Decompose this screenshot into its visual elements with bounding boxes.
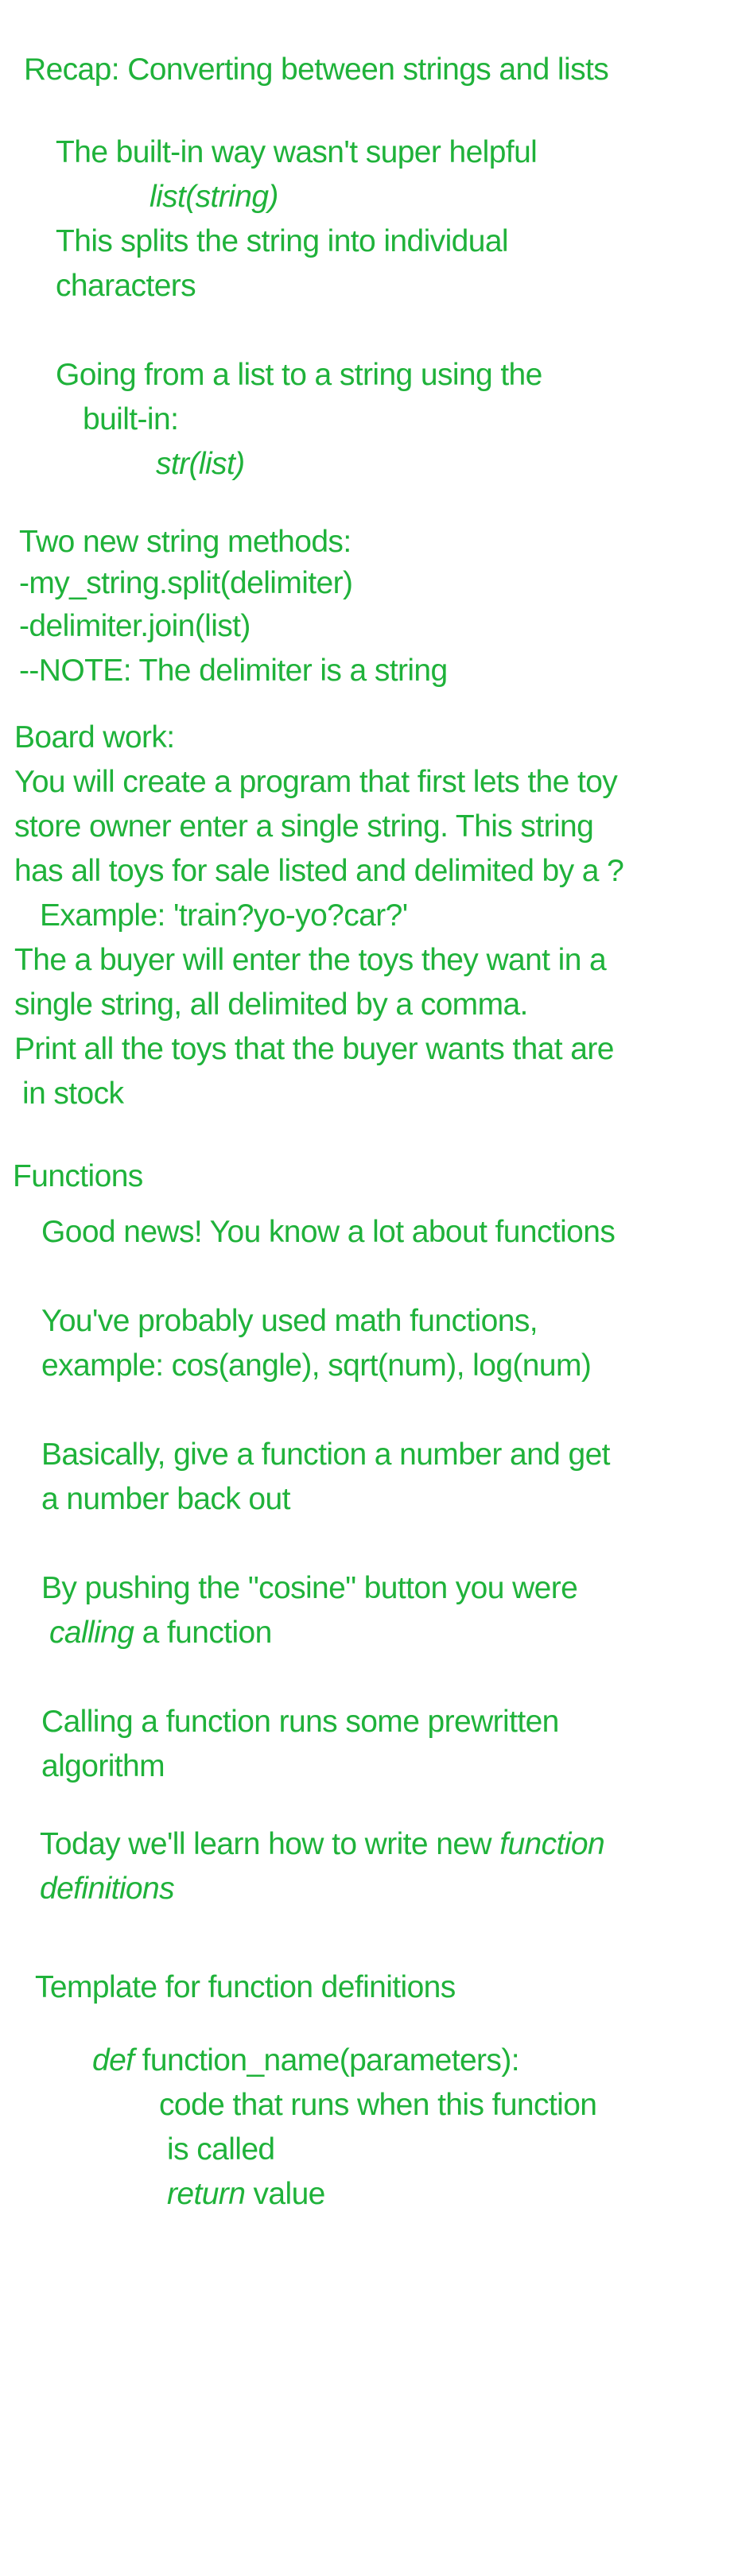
return-value: value [245, 2177, 326, 2211]
def-signature: function_name(parameters): [134, 2043, 520, 2077]
board-work-line: The a buyer will enter the toys they wan… [14, 943, 607, 977]
functions-title: Functions [13, 1159, 143, 1193]
board-work-line: store owner enter a single string. This … [14, 809, 594, 844]
board-work-line: You will create a program that first let… [14, 765, 618, 799]
def-keyword: def [92, 2043, 134, 2077]
method-join: -delimiter.join(list) [19, 609, 251, 643]
today-plain: Today we'll learn how to write new [40, 1827, 500, 1861]
recap-line: This splits the string into individual [56, 224, 509, 258]
board-work-line: Print all the toys that the buyer wants … [14, 1032, 614, 1066]
recap-line: Going from a list to a string using the [56, 358, 542, 392]
calling-rest: a function [134, 1616, 273, 1650]
recap-line: characters [56, 269, 196, 303]
template-title: Template for function definitions [35, 1970, 456, 2004]
recap-title: Recap: Converting between strings and li… [24, 52, 609, 87]
functions-line: Good news! You know a lot about function… [41, 1215, 616, 1249]
board-work-example: Example: 'train?yo-yo?car?' [40, 898, 408, 933]
functions-line: example: cos(angle), sqrt(num), log(num) [41, 1348, 592, 1383]
template-def-line: def function_name(parameters): [92, 2043, 520, 2077]
functions-line: algorithm [41, 1749, 165, 1783]
code-str-list: str(list) [156, 447, 245, 481]
calling-emphasis: calling [49, 1616, 134, 1650]
functions-line-definitions: definitions [40, 1872, 175, 1906]
template-body-line: is called [167, 2132, 275, 2167]
functions-line-calling: calling a function [49, 1617, 272, 1648]
methods-title: Two new string methods: [19, 525, 352, 559]
return-keyword: return [167, 2177, 246, 2211]
board-work-line: in stock [22, 1077, 124, 1111]
notes-page: { "ink_color": "#1fb23a", "recap": { "ti… [0, 0, 738, 2576]
template-return-line: return value [167, 2178, 325, 2209]
functions-line: Calling a function runs some prewritten [41, 1705, 559, 1739]
board-work-line: has all toys for sale listed and delimit… [14, 854, 624, 888]
functions-line: a number back out [41, 1482, 290, 1516]
functions-line: You've probably used math functions, [41, 1304, 538, 1338]
today-emphasis: function [499, 1827, 605, 1861]
template-body-line: code that runs when this function [159, 2088, 597, 2122]
board-work-title: Board work: [14, 720, 175, 755]
recap-line: The built-in way wasn't super helpful [56, 135, 538, 169]
code-list-string: list(string) [150, 180, 278, 214]
board-work-line: single string, all delimited by a comma. [14, 987, 528, 1022]
functions-line-today: Today we'll learn how to write new funct… [40, 1827, 605, 1861]
functions-line: By pushing the "cosine" button you were [41, 1571, 578, 1605]
method-split: -my_string.split(delimiter) [19, 566, 353, 600]
delimiter-note: --NOTE: The delimiter is a string [19, 654, 448, 688]
functions-line: Basically, give a function a number and … [41, 1437, 611, 1472]
recap-line: built-in: [83, 402, 179, 436]
